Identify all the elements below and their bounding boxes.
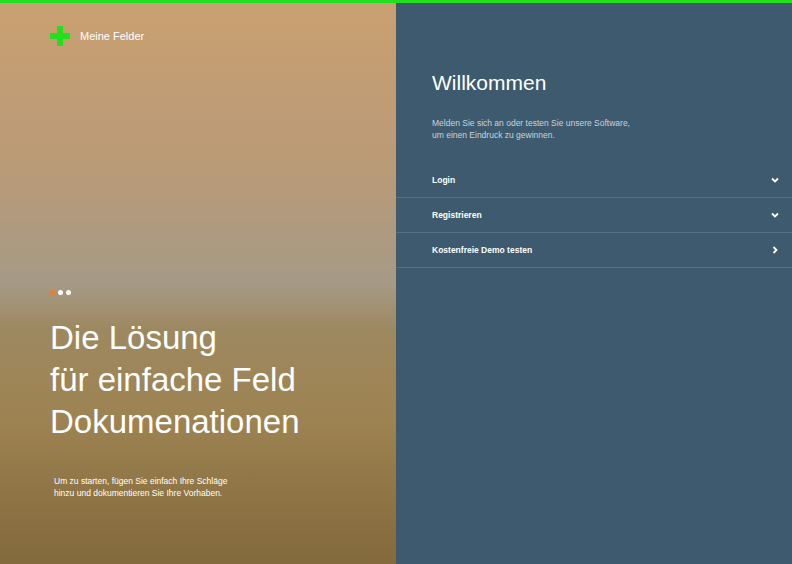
- menu-row[interactable]: Login: [396, 163, 792, 198]
- cross-icon: [50, 26, 70, 46]
- brand-logo[interactable]: Meine Felder: [50, 25, 376, 47]
- hero-text: Um zu starten, fügen Sie einfach Ihre Sc…: [54, 475, 376, 499]
- menu-label: Kostenfreie Demo testen: [432, 245, 532, 255]
- carousel-dot[interactable]: [58, 290, 63, 295]
- hero-panel: Meine Felder Die Lösungfür einfache FeldD…: [0, 3, 396, 564]
- chevron-down-icon: [770, 210, 780, 220]
- chevron-right-icon: [770, 245, 780, 255]
- carousel-dot[interactable]: [50, 290, 55, 295]
- carousel-dot[interactable]: [66, 290, 71, 295]
- welcome-title: Willkommen: [432, 69, 792, 97]
- carousel-dots: [50, 290, 376, 295]
- chevron-down-icon: [770, 175, 780, 185]
- hero-headline: Die Lösungfür einfache FeldDokumenatione…: [50, 317, 376, 443]
- menu-row[interactable]: Registrieren: [396, 198, 792, 233]
- menu-label: Registrieren: [432, 210, 482, 220]
- brand-name: Meine Felder: [80, 30, 144, 42]
- menu-row[interactable]: Kostenfreie Demo testen: [396, 233, 792, 268]
- welcome-text: Melden Sie sich an oder testen Sie unser…: [432, 117, 792, 141]
- menu-label: Login: [432, 175, 455, 185]
- login-page: Meine Felder Die Lösungfür einfache FeldD…: [0, 0, 792, 564]
- welcome-panel: Willkommen Melden Sie sich an oder testen…: [396, 3, 792, 564]
- auth-menu: Login Registrieren Kostenfreie Demo testen: [396, 163, 792, 268]
